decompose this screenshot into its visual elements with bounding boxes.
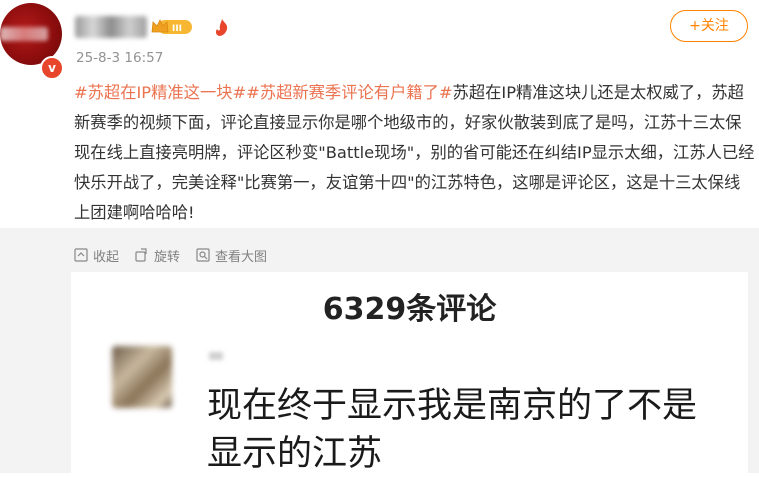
collapse-icon: [74, 248, 88, 262]
collapse-button[interactable]: 收起: [74, 246, 119, 265]
view-large-button[interactable]: 查看大图: [196, 246, 267, 265]
fire-icon: [215, 19, 228, 36]
hashtag-new-season-comments[interactable]: #苏超新赛季评论有户籍了#: [246, 83, 452, 102]
avatar-blurred-logo: [0, 27, 48, 41]
collapse-label: 收起: [93, 249, 120, 265]
rotate-icon: [135, 248, 147, 262]
view-large-label: 查看大图: [215, 249, 268, 265]
post-timestamp: 25-8-3 16:57: [76, 50, 164, 66]
verified-icon: v: [40, 56, 64, 80]
post-body: #苏超在IP精准这一块##苏超新赛季评论有户籍了#苏超在IP精准这块儿还是太权威…: [74, 78, 756, 228]
level-badge-text: III: [172, 24, 182, 34]
post-body-text: 苏超在IP精准这块儿还是太权威了，苏超新赛季的视频下面，评论直接显示你是哪个地级…: [74, 83, 755, 222]
rotate-button[interactable]: 旋转: [135, 246, 180, 265]
post-image[interactable]: 6329条评论 现在终于显示我是南京的了不是显示的江苏: [71, 272, 748, 474]
hashtag-ip-precision[interactable]: #苏超在IP精准这一块#: [74, 83, 246, 102]
crown-badge-icon[interactable]: III: [150, 17, 194, 37]
image-toolbar: 收起 旋转 查看大图: [74, 244, 283, 266]
commenter-avatar-blurred: [112, 346, 172, 408]
commenter-name-blurred: [209, 352, 223, 360]
comment-count-heading: 6329条评论: [322, 292, 497, 327]
comment-text: 现在终于显示我是南京的了不是显示的江苏: [207, 386, 698, 474]
zoom-icon: [196, 248, 210, 262]
author-name-blurred[interactable]: [75, 16, 147, 38]
follow-button[interactable]: +关注: [670, 10, 748, 42]
rotate-label: 旋转: [154, 249, 181, 265]
